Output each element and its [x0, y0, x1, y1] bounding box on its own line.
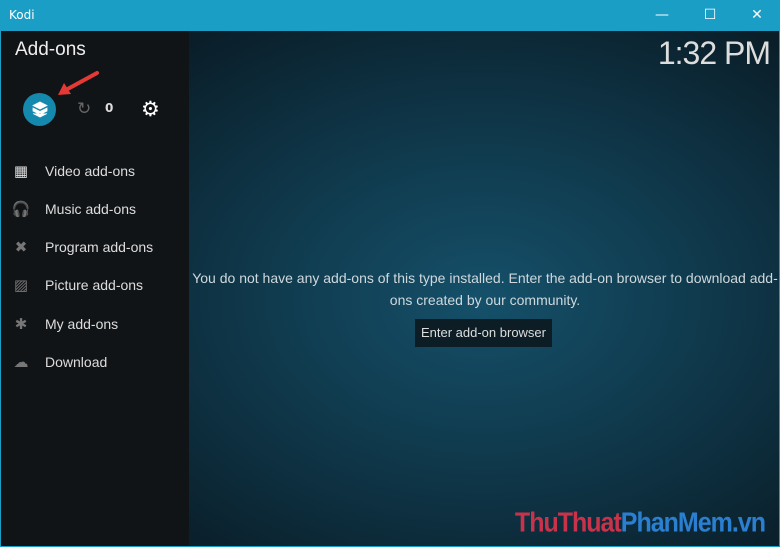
sidebar-item-program[interactable]: ✖ Program add-ons — [1, 231, 189, 263]
settings-gear-icon[interactable]: ⚙ — [141, 97, 160, 121]
film-icon: ▦ — [13, 162, 29, 180]
sidebar-item-download[interactable]: ☁ Download — [1, 346, 189, 378]
picture-icon: ▨ — [13, 276, 29, 294]
window-title: Kodi — [9, 8, 35, 22]
tools-icon: ✖ — [14, 238, 28, 256]
sidebar-item-music[interactable]: 🎧 Music add-ons — [1, 193, 189, 225]
puzzle-gear-icon: ✱ — [14, 315, 28, 333]
watermark-logo: ThuThuatPhanMem.vn — [514, 507, 766, 539]
minimize-button[interactable]: — — [639, 0, 685, 31]
title-bar: Kodi — ☐ ✕ — [0, 0, 780, 31]
red-arrow-annotation — [58, 71, 99, 95]
empty-message: You do not have any add-ons of this type… — [192, 270, 778, 308]
headphones-icon: 🎧 — [11, 200, 31, 218]
sidebar-item-video[interactable]: ▦ Video add-ons — [1, 155, 189, 187]
enter-addon-browser-button[interactable]: Enter add-on browser — [415, 319, 552, 347]
kodi-content: Add-ons ↻ 0 ⚙ ▦ Video add-ons 🎧 Music add-… — [1, 31, 779, 546]
refresh-icon[interactable]: ↻ — [77, 99, 91, 119]
sidebar-item-picture[interactable]: ▨ Picture add-ons — [1, 269, 189, 301]
addon-browser-button[interactable] — [23, 93, 56, 126]
sidebar: Add-ons ↻ 0 ⚙ ▦ Video add-ons 🎧 Music add-… — [1, 31, 189, 546]
maximize-button[interactable]: ☐ — [687, 0, 733, 31]
update-count: 0 — [105, 101, 114, 115]
box-icon — [31, 101, 48, 117]
clock: 1:32 PM — [657, 35, 771, 71]
page-title: Add-ons — [15, 39, 86, 60]
sidebar-item-my-addons[interactable]: ✱ My add-ons — [1, 308, 189, 340]
close-button[interactable]: ✕ — [734, 0, 780, 31]
cloud-download-icon: ☁ — [13, 353, 29, 371]
